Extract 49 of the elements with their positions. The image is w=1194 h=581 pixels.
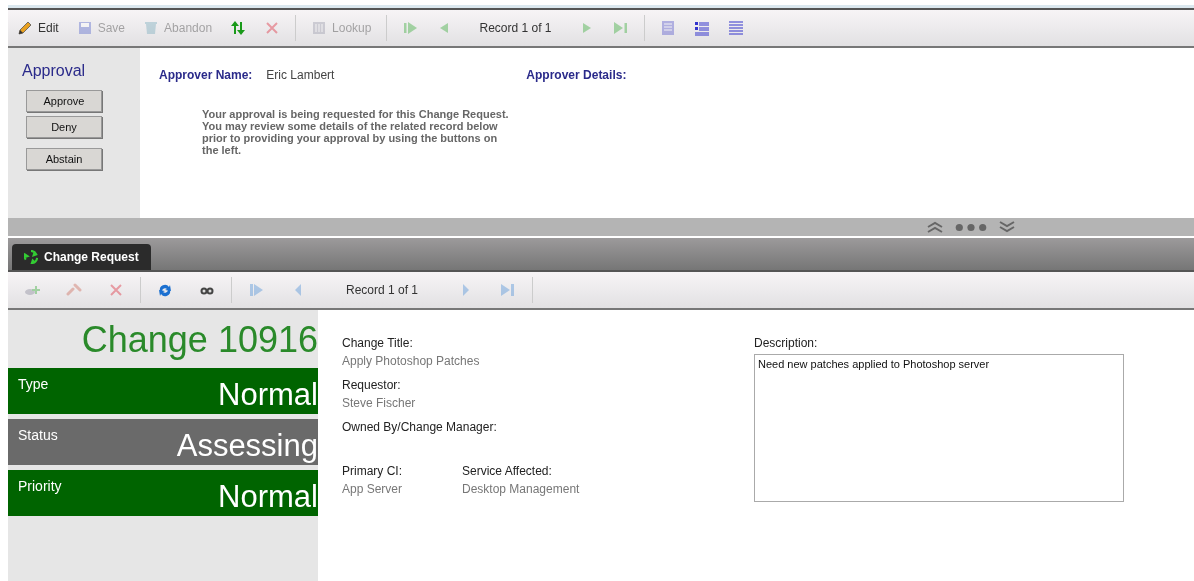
pencil-icon xyxy=(17,20,33,36)
approver-name: Eric Lambert xyxy=(266,68,336,82)
field-label: Owned By/Change Manager: xyxy=(342,420,498,434)
panel-title: Approval xyxy=(22,62,87,80)
approval-button[interactable]: Abstain xyxy=(26,148,102,170)
record-counter: Record 1 of 1 xyxy=(345,283,420,297)
field-label: Primary CI: xyxy=(342,464,403,478)
refresh-arrows-icon xyxy=(230,20,247,36)
field-value: Steve Fischer xyxy=(342,396,417,410)
tile-value: Normal xyxy=(218,376,318,414)
delete-icon xyxy=(108,282,124,298)
last-record-icon xyxy=(500,282,517,298)
field-value: Desktop Management xyxy=(462,482,581,496)
field-value: App Server xyxy=(342,482,404,496)
field-label: Requestor: xyxy=(342,378,402,392)
trash-icon xyxy=(143,20,160,36)
field-label: Description: xyxy=(754,336,819,350)
recycle-icon xyxy=(24,250,38,264)
approval-button[interactable]: Approve xyxy=(26,90,102,112)
field-label: Approver Details: xyxy=(526,68,627,82)
first-record-icon xyxy=(248,282,264,298)
document-icon xyxy=(659,20,676,36)
approval-button[interactable]: Deny xyxy=(26,116,102,138)
collapse-icon[interactable] xyxy=(926,221,944,233)
tab[interactable]: Change Request xyxy=(12,244,151,270)
tile-label: Priority xyxy=(17,477,62,496)
first-record-icon xyxy=(402,20,419,36)
field-label: Service Affected: xyxy=(462,464,553,478)
tile-label: Status xyxy=(17,426,58,445)
table-icon xyxy=(311,20,328,36)
expand-icon[interactable] xyxy=(998,221,1016,233)
refresh-icon xyxy=(157,282,173,298)
tile-label: Type xyxy=(17,375,49,394)
toolbar-button[interactable]: Edit xyxy=(12,17,64,39)
change-number: Change 10916 xyxy=(80,318,318,362)
field-label: Approver Name: xyxy=(159,68,253,82)
field-value: Apply Photoshop Patches xyxy=(342,354,481,368)
record-counter: Record 1 of 1 xyxy=(478,21,553,35)
tile-value: Normal xyxy=(218,478,318,516)
grip-icon xyxy=(954,222,988,232)
list-icon xyxy=(727,20,744,36)
detail-list-icon xyxy=(693,20,710,36)
description-field[interactable]: Need new patches applied to Photoshop server xyxy=(754,354,1124,502)
splitter-bar[interactable] xyxy=(8,218,1194,238)
tile-value: Assessing xyxy=(176,427,318,465)
approval-message: Your approval is being requested for this Change Request. You may review some details of the related record below prior to providing your approval by using the buttons on the left. xyxy=(202,108,510,156)
last-record-icon xyxy=(612,20,629,36)
field-label: Change Title: xyxy=(342,336,414,350)
delete-icon xyxy=(264,20,281,36)
